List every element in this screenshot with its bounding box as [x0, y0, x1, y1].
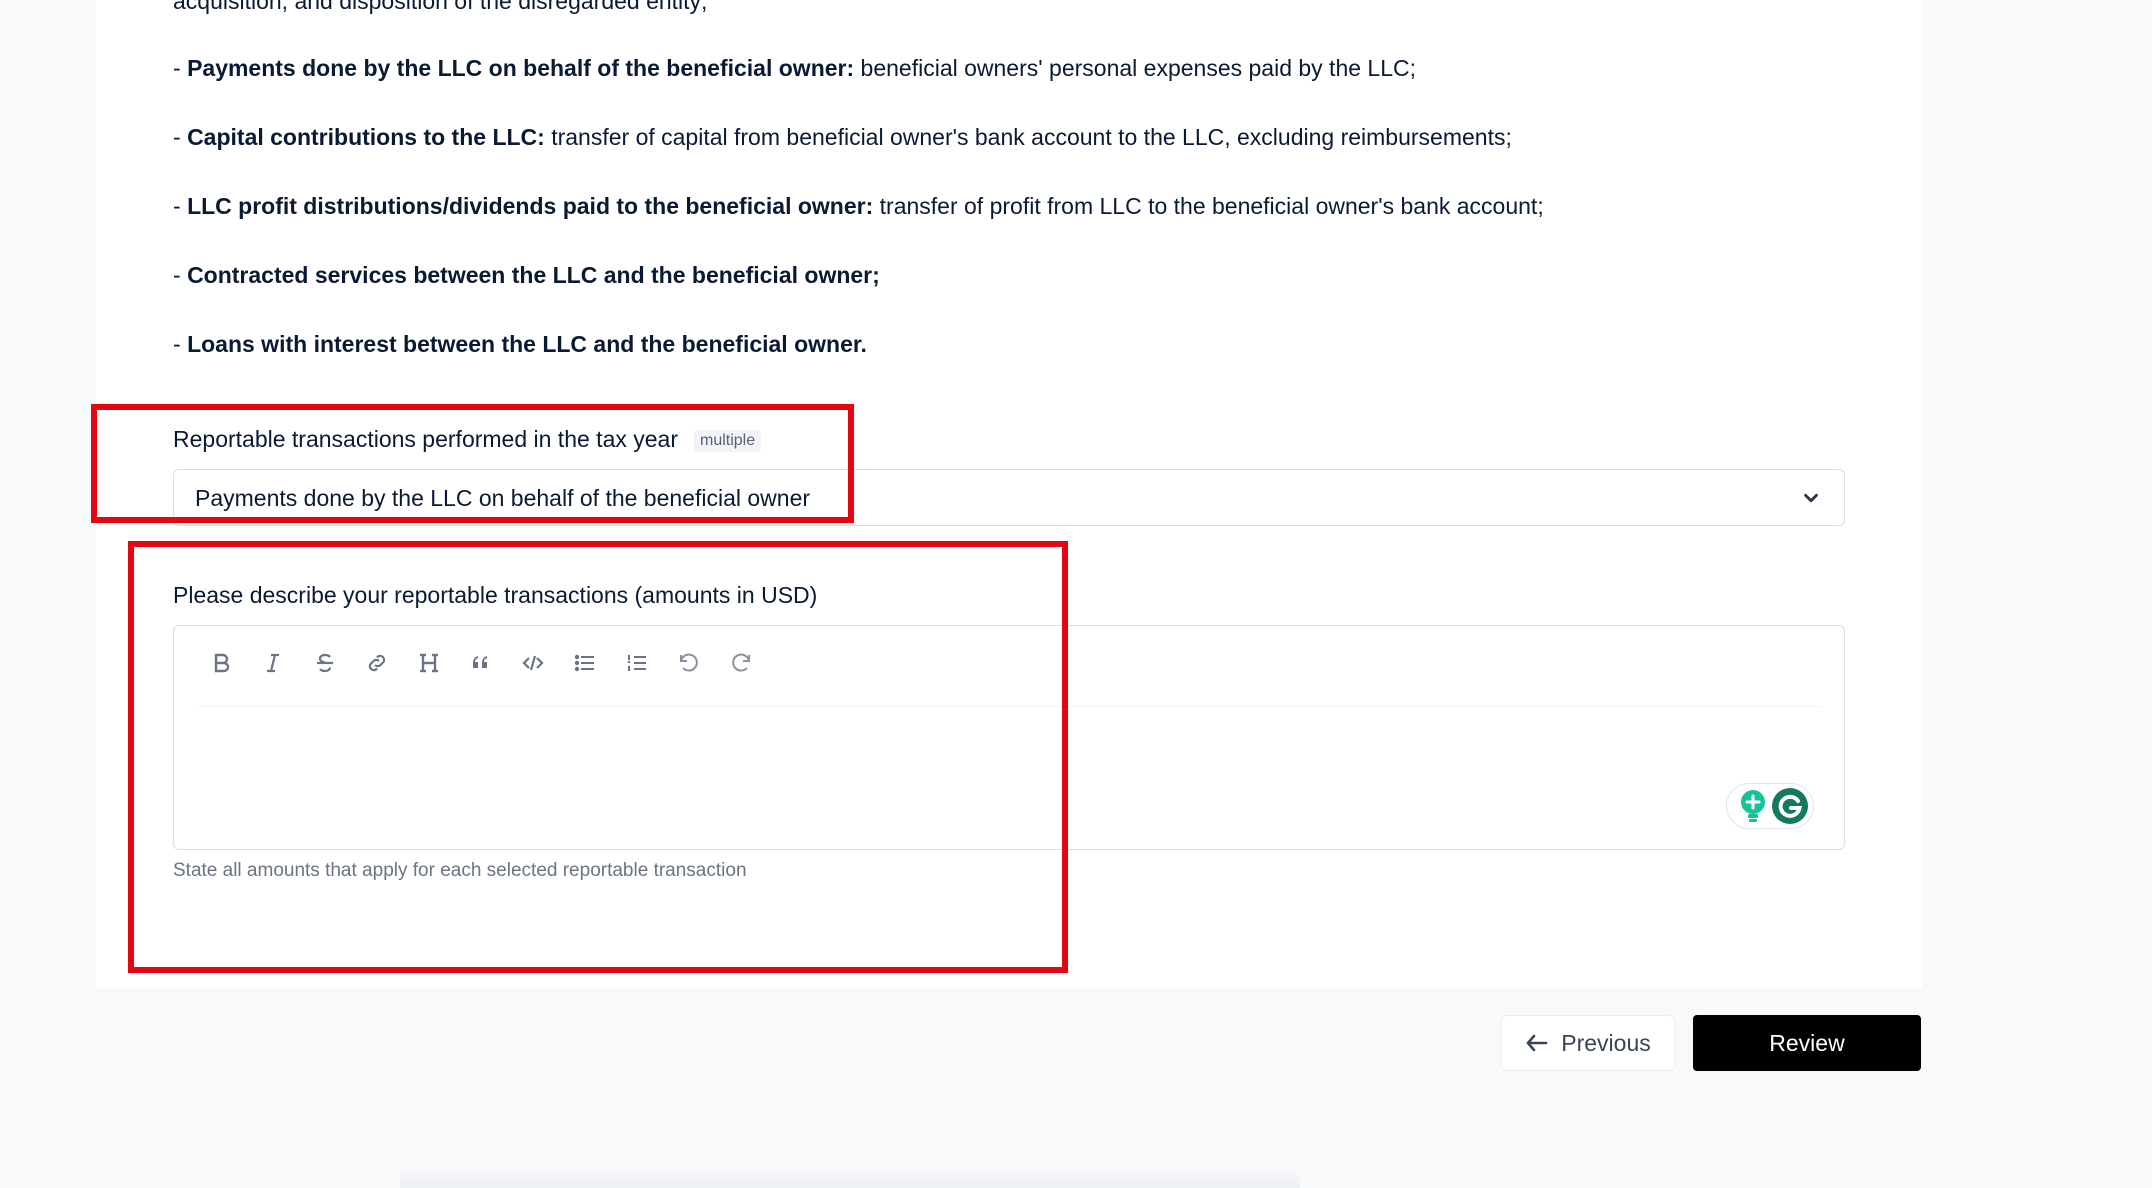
- item-bold: Capital contributions to the LLC:: [187, 124, 545, 150]
- list-item-distributions: - LLC profit distributions/dividends pai…: [173, 191, 1544, 221]
- item-rest: transfer of capital from beneficial owne…: [544, 124, 1512, 150]
- item-bold: Contracted services between the LLC and …: [187, 262, 880, 288]
- lightbulb-icon[interactable]: [1739, 789, 1767, 823]
- grammarly-icon[interactable]: [1771, 787, 1809, 825]
- item-prefix: -: [173, 331, 188, 357]
- list-item-capital: - Capital contributions to the LLC: tran…: [173, 122, 1512, 152]
- list-item-loans: - Loans with interest between the LLC an…: [173, 329, 867, 359]
- intro-text-cut: acquisition, and disposition of the disr…: [173, 0, 708, 14]
- item-bold: Loans with interest between the LLC and …: [187, 331, 867, 357]
- grammarly-widget[interactable]: [1726, 783, 1814, 829]
- item-bold: LLC profit distributions/dividends paid …: [187, 193, 874, 219]
- chevron-down-icon[interactable]: [1800, 487, 1822, 509]
- highlight-box-description: [128, 541, 1068, 973]
- list-item-payments: - Payments done by the LLC on behalf of …: [173, 53, 1416, 83]
- bottom-shadow: [400, 1170, 1300, 1188]
- item-prefix: -: [173, 193, 188, 219]
- review-label: Review: [1769, 1029, 1845, 1056]
- list-item-services: - Contracted services between the LLC an…: [173, 260, 880, 290]
- arrow-left-icon: [1526, 1034, 1548, 1052]
- item-rest: transfer of profit from LLC to the benef…: [873, 193, 1544, 219]
- highlight-box-transactions: [91, 404, 854, 523]
- previous-button[interactable]: Previous: [1501, 1015, 1675, 1071]
- item-bold: Payments done by the LLC on behalf of th…: [187, 55, 855, 81]
- previous-label: Previous: [1561, 1029, 1651, 1056]
- item-rest: beneficial owners' personal expenses pai…: [854, 55, 1417, 81]
- item-prefix: -: [173, 124, 188, 150]
- item-prefix: -: [173, 262, 188, 288]
- review-button[interactable]: Review: [1693, 1015, 1921, 1071]
- item-prefix: -: [173, 55, 188, 81]
